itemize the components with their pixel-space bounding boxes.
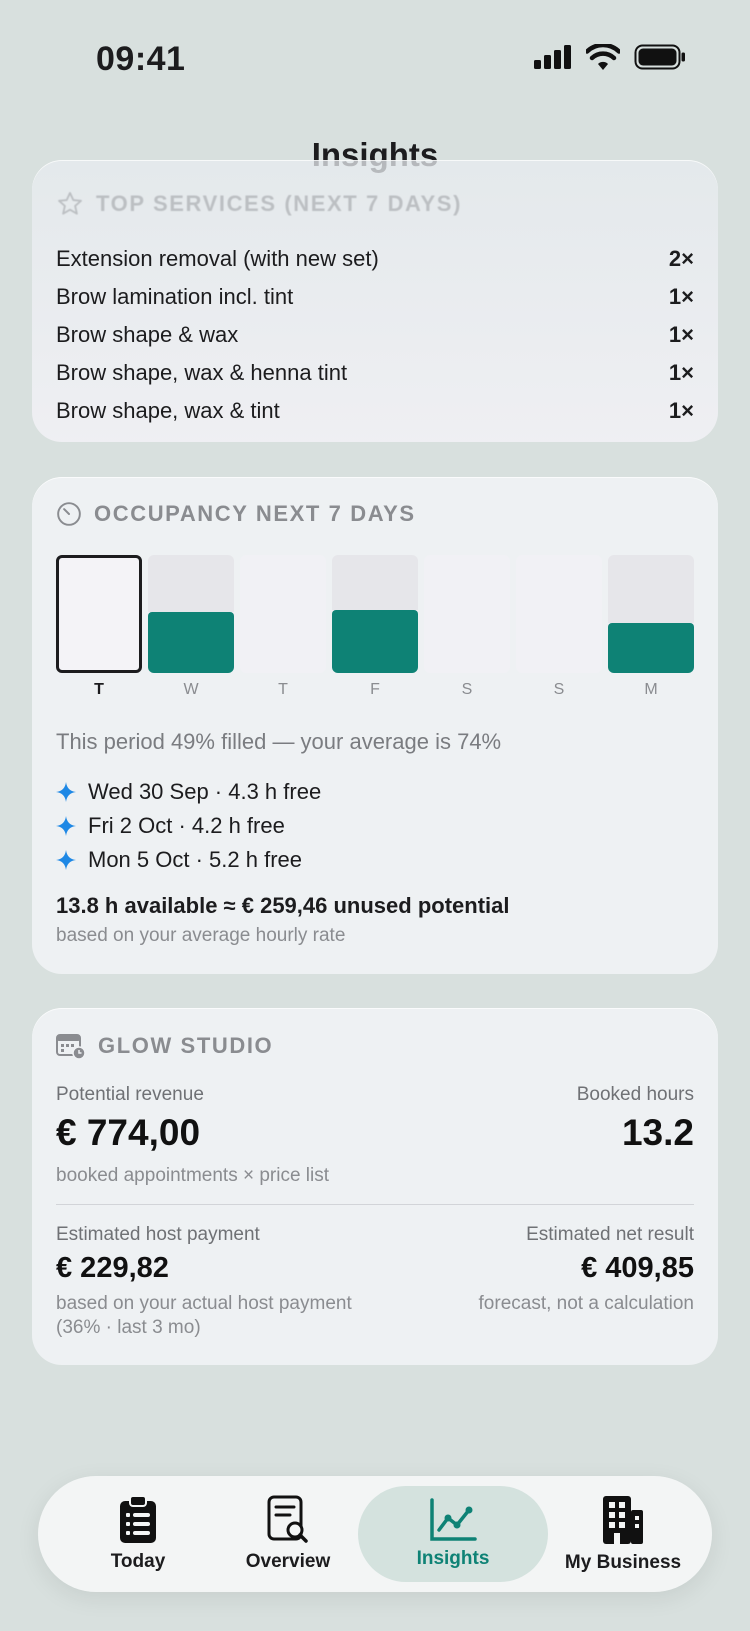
services-list: Extension removal (with new set) 2× Brow… bbox=[56, 240, 694, 430]
signal-icon bbox=[534, 45, 571, 69]
service-count: 1× bbox=[668, 322, 694, 347]
revenue-label: Potential revenue bbox=[56, 1084, 204, 1105]
service-name: Brow shape & wax bbox=[56, 322, 239, 347]
occupancy-free-segment bbox=[332, 555, 418, 610]
net-result-note: forecast, not a calculation bbox=[478, 1293, 694, 1314]
net-result-value: € 409,85 bbox=[581, 1252, 694, 1284]
occupancy-chart bbox=[56, 555, 694, 677]
sparkle-icon bbox=[56, 816, 76, 836]
document-search-icon bbox=[267, 1495, 308, 1543]
free-slot-text: Fri 2 Oct · 4.2 h free bbox=[88, 813, 285, 838]
free-slot-row[interactable]: Mon 5 Oct · 5.2 h free bbox=[56, 843, 321, 877]
free-slots-list: Wed 30 Sep · 4.3 h free Fri 2 Oct · 4.2 … bbox=[56, 775, 321, 877]
service-name: Extension removal (with new set) bbox=[56, 246, 379, 271]
tab-insights[interactable]: Insights bbox=[358, 1476, 548, 1592]
occupancy-day-label: T bbox=[94, 681, 104, 698]
occupancy-booked-segment bbox=[332, 610, 418, 673]
tab-label: My Business bbox=[564, 1552, 682, 1573]
occupancy-day-label: T bbox=[278, 681, 288, 698]
occupancy-free-segment bbox=[148, 555, 234, 612]
tab-label: Overview bbox=[245, 1551, 331, 1572]
studio-header: GLOW STUDIO bbox=[56, 1032, 273, 1060]
service-row: Brow shape, wax & henna tint 1× bbox=[56, 354, 694, 392]
tab-label: Insights bbox=[416, 1548, 490, 1569]
free-slot-row[interactable]: Fri 2 Oct · 4.2 h free bbox=[56, 809, 321, 843]
studio-card: GLOW STUDIO Potential revenue € 774,00 b… bbox=[32, 1008, 718, 1365]
divider bbox=[56, 1204, 694, 1205]
host-payment-label: Estimated host payment bbox=[56, 1224, 260, 1245]
service-count: 1× bbox=[668, 360, 694, 385]
sparkle-icon bbox=[56, 782, 76, 802]
service-count: 1× bbox=[668, 398, 694, 423]
service-name: Brow shape, wax & tint bbox=[56, 398, 280, 423]
free-slot-text: Wed 30 Sep · 4.3 h free bbox=[88, 779, 322, 804]
sparkle-icon bbox=[56, 850, 76, 870]
status-bar: 09:41 bbox=[0, 0, 750, 120]
occupancy-day-bar[interactable] bbox=[516, 555, 602, 673]
free-slot-text: Mon 5 Oct · 5.2 h free bbox=[88, 847, 302, 872]
occupancy-day-label: M bbox=[644, 681, 658, 698]
battery-icon bbox=[634, 44, 685, 70]
tab-bar: Today Overview Insights My Business bbox=[38, 1476, 712, 1592]
tab-label: Today bbox=[110, 1551, 166, 1572]
building-icon bbox=[603, 1496, 643, 1544]
occupancy-day-label: F bbox=[370, 681, 380, 698]
occupancy-title: OCCUPANCY NEXT 7 DAYS bbox=[94, 501, 416, 526]
host-payment-value: € 229,82 bbox=[56, 1252, 169, 1284]
occupancy-booked-segment bbox=[608, 623, 694, 673]
occupancy-day-bar[interactable] bbox=[424, 555, 510, 673]
free-slot-row[interactable]: Wed 30 Sep · 4.3 h free bbox=[56, 775, 321, 809]
revenue-note: booked appointments × price list bbox=[56, 1165, 330, 1186]
occupancy-day-label: W bbox=[183, 681, 199, 698]
service-name: Brow lamination incl. tint bbox=[56, 284, 294, 309]
status-icons bbox=[534, 44, 686, 70]
studio-title: GLOW STUDIO bbox=[98, 1033, 274, 1058]
calendar-clock-icon bbox=[56, 1034, 86, 1060]
occupancy-day-label: S bbox=[553, 681, 565, 698]
top-services-header: TOP SERVICES (NEXT 7 DAYS) bbox=[56, 190, 462, 218]
occupancy-day-bar[interactable] bbox=[240, 555, 326, 673]
wifi-icon bbox=[586, 44, 620, 70]
chart-line-icon bbox=[430, 1498, 477, 1541]
occupancy-day-bar[interactable] bbox=[608, 555, 694, 673]
service-count: 2× bbox=[668, 246, 694, 271]
net-result-label: Estimated net result bbox=[526, 1224, 694, 1245]
occupancy-day-labels: TWTFSSM bbox=[56, 681, 694, 705]
service-row: Brow lamination incl. tint 1× bbox=[56, 278, 694, 316]
service-row: Brow shape, wax & tint 1× bbox=[56, 392, 694, 430]
host-payment-note: based on your actual host payment bbox=[56, 1293, 352, 1314]
tab-overview[interactable]: Overview bbox=[228, 1476, 348, 1592]
service-row: Extension removal (with new set) 2× bbox=[56, 240, 694, 278]
revenue-value: € 774,00 bbox=[56, 1112, 201, 1153]
host-payment-note-2: (36% · last 3 mo) bbox=[56, 1317, 201, 1338]
occupancy-booked-segment bbox=[148, 612, 234, 673]
service-name: Brow shape, wax & henna tint bbox=[56, 360, 348, 385]
status-time: 09:41 bbox=[96, 40, 186, 78]
star-icon bbox=[58, 191, 82, 215]
occupancy-header: OCCUPANCY NEXT 7 DAYS bbox=[56, 501, 416, 527]
occupancy-card: OCCUPANCY NEXT 7 DAYS T W T F S S M This perio… bbox=[32, 477, 718, 974]
occupancy-day-bar[interactable] bbox=[332, 555, 418, 673]
service-count: 1× bbox=[668, 284, 694, 309]
top-services-card: TOP SERVICES (NEXT 7 DAYS) Extension rem… bbox=[32, 160, 718, 442]
service-row: Brow shape & wax 1× bbox=[56, 316, 694, 354]
occupancy-day-bar[interactable] bbox=[56, 555, 142, 673]
occupancy-day-bar[interactable] bbox=[148, 555, 234, 673]
clipboard-icon bbox=[120, 1495, 156, 1543]
tab-my-business[interactable]: My Business bbox=[548, 1476, 698, 1592]
hours-value: 13.2 bbox=[621, 1112, 694, 1153]
occupancy-day-label: S bbox=[461, 681, 473, 698]
gauge-icon bbox=[57, 502, 81, 526]
hours-label: Booked hours bbox=[576, 1084, 694, 1105]
top-services-title: TOP SERVICES (NEXT 7 DAYS) bbox=[96, 191, 463, 216]
unused-potential-note: based on your average hourly rate bbox=[56, 925, 346, 946]
occupancy-free-segment bbox=[608, 555, 694, 623]
tab-today[interactable]: Today bbox=[78, 1476, 198, 1592]
occupancy-summary: This period 49% filled — your average is… bbox=[56, 729, 502, 754]
unused-potential: 13.8 h available ≈ € 259,46 unused poten… bbox=[56, 893, 510, 918]
